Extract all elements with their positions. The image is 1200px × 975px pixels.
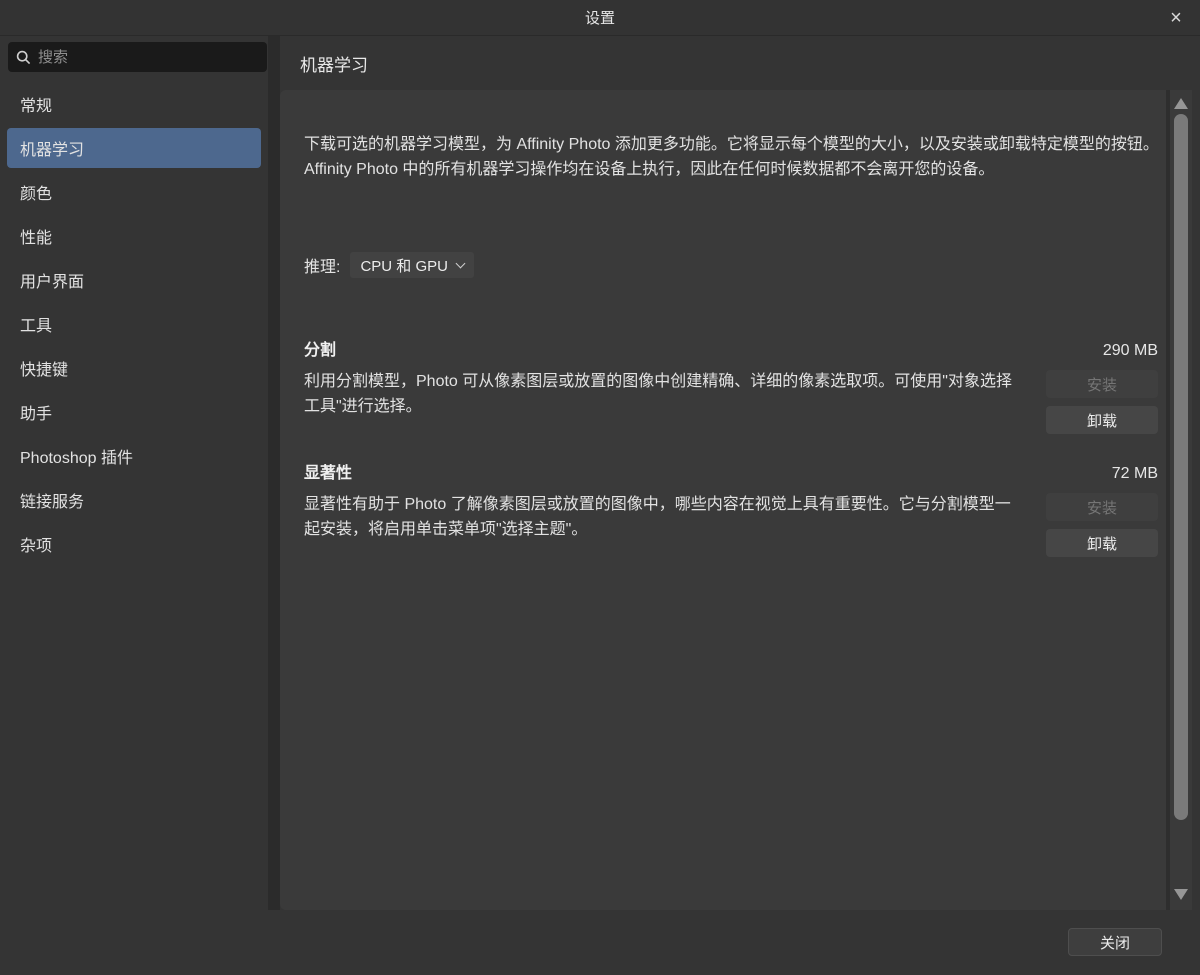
model-section-saliency: 显著性 72 MB 显著性有助于 Photo 了解像素图层或放置的图像中，哪些内…: [304, 459, 1158, 542]
sidebar-list: 常规 机器学习 颜色 性能 用户界面 工具 快捷键 助手 Photoshop 插…: [7, 84, 261, 568]
search-input[interactable]: [38, 49, 259, 66]
sidebar-item-shortcuts[interactable]: 快捷键: [7, 348, 261, 388]
sidebar-item-miscellaneous[interactable]: 杂项: [7, 524, 261, 564]
scrollbar-thumb[interactable]: [1174, 114, 1188, 820]
sidebar-item-colors[interactable]: 颜色: [7, 172, 261, 212]
model-buttons: 安装 卸载: [1046, 493, 1158, 557]
window-title: 设置: [585, 7, 615, 28]
model-description: 显著性有助于 Photo 了解像素图层或放置的图像中，哪些内容在视觉上具有重要性…: [304, 492, 1024, 542]
scroll-down-arrow-icon[interactable]: [1174, 889, 1188, 900]
install-button[interactable]: 安装: [1046, 370, 1158, 398]
model-buttons: 安装 卸载: [1046, 370, 1158, 434]
chevron-down-icon: [456, 258, 466, 268]
close-icon[interactable]: ×: [1160, 2, 1192, 34]
close-button[interactable]: 关闭: [1068, 928, 1162, 956]
sidebar-item-performance[interactable]: 性能: [7, 216, 261, 256]
model-section-segmentation: 分割 290 MB 利用分割模型，Photo 可从像素图层或放置的图像中创建精确…: [304, 336, 1158, 419]
uninstall-button[interactable]: 卸载: [1046, 406, 1158, 434]
sidebar-item-linked-services[interactable]: 链接服务: [7, 480, 261, 520]
sidebar-item-machine-learning[interactable]: 机器学习: [7, 128, 261, 168]
model-name: 分割: [304, 336, 336, 360]
scrollbar[interactable]: [1170, 90, 1192, 910]
inference-row: 推理: CPU 和 GPU: [304, 252, 474, 278]
intro-text: 下载可选的机器学习模型，为 Affinity Photo 添加更多功能。它将显示…: [304, 132, 1162, 182]
inference-dropdown[interactable]: CPU 和 GPU: [350, 252, 474, 278]
model-size: 290 MB: [1103, 342, 1158, 360]
model-head: 显著性 72 MB: [304, 459, 1158, 481]
install-button[interactable]: 安装: [1046, 493, 1158, 521]
model-name: 显著性: [304, 459, 352, 483]
search-box[interactable]: [8, 42, 267, 72]
model-description: 利用分割模型，Photo 可从像素图层或放置的图像中创建精确、详细的像素选取项。…: [304, 369, 1024, 419]
inference-label: 推理:: [304, 253, 340, 277]
page-title: 机器学习: [300, 51, 368, 76]
inference-dropdown-value: CPU 和 GPU: [360, 255, 448, 276]
sidebar-item-user-interface[interactable]: 用户界面: [7, 260, 261, 300]
sidebar-item-assistant[interactable]: 助手: [7, 392, 261, 432]
content-scroll-area: 下载可选的机器学习模型，为 Affinity Photo 添加更多功能。它将显示…: [280, 90, 1166, 910]
model-size: 72 MB: [1112, 465, 1158, 483]
sidebar-item-tools[interactable]: 工具: [7, 304, 261, 344]
sidebar-item-photoshop-plugins[interactable]: Photoshop 插件: [7, 436, 261, 476]
titlebar: 设置 ×: [0, 0, 1200, 36]
sidebar-panel-divider: [268, 36, 280, 910]
uninstall-button[interactable]: 卸载: [1046, 529, 1158, 557]
model-head: 分割 290 MB: [304, 336, 1158, 358]
search-icon: [16, 50, 31, 65]
sidebar: 常规 机器学习 颜色 性能 用户界面 工具 快捷键 助手 Photoshop 插…: [0, 36, 268, 975]
scroll-up-arrow-icon[interactable]: [1174, 98, 1188, 109]
sidebar-item-general[interactable]: 常规: [7, 84, 261, 124]
